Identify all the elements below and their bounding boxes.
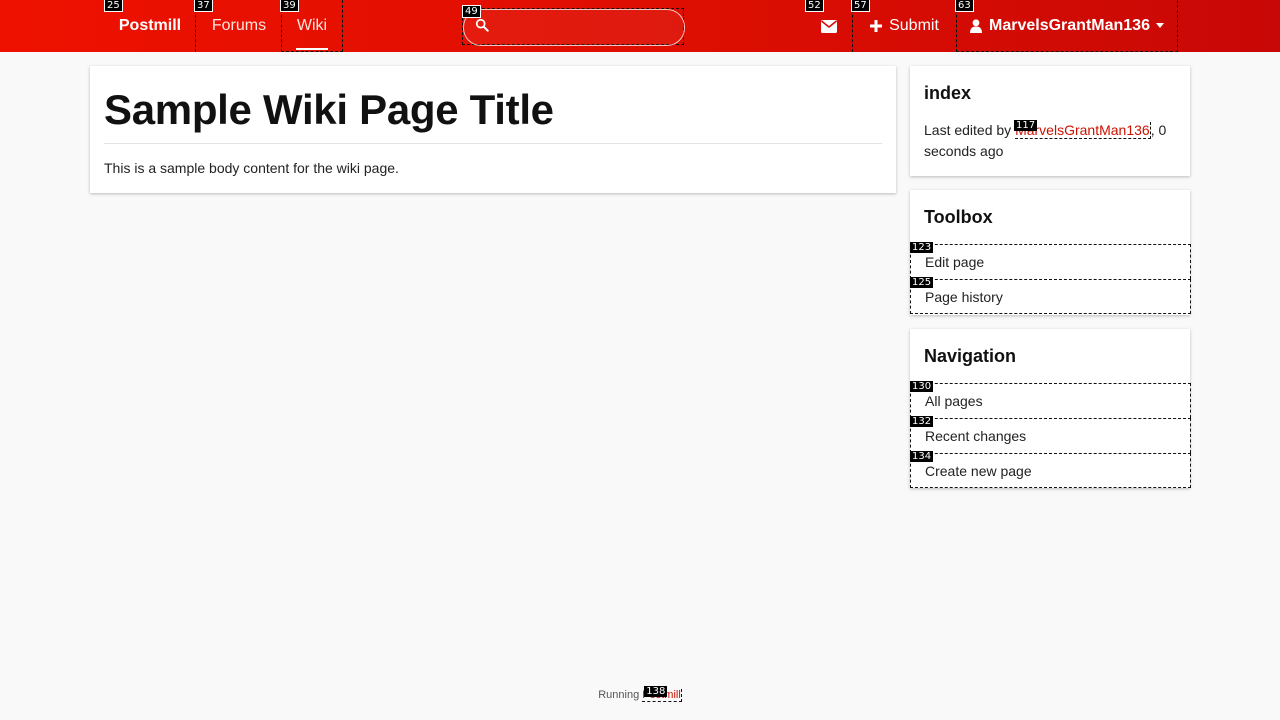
recent-changes-link[interactable]: Recent changes	[910, 418, 1191, 453]
last-edited-info: Last edited by MarvelsGrantMan136, 0 sec…	[924, 120, 1174, 162]
edit-page-link[interactable]: Edit page	[910, 244, 1191, 279]
envelope-icon	[821, 19, 837, 33]
username-label: MarvelsGrantMan136	[989, 16, 1150, 34]
submit-label: Submit	[889, 17, 939, 34]
element-badge: 49	[462, 5, 481, 18]
user-icon	[970, 18, 983, 33]
plus-icon	[870, 20, 883, 32]
element-badge: 123	[910, 242, 934, 253]
element-badge: 138	[644, 686, 668, 697]
all-pages-label: All pages	[925, 393, 983, 409]
create-page-label: Create new page	[925, 463, 1032, 479]
nav-forums-label: Forums	[211, 17, 267, 34]
element-badge: 130	[910, 381, 934, 392]
title-divider	[104, 143, 882, 144]
page-history-label: Page history	[925, 289, 1003, 305]
top-navbar: 25 Postmill 37 Forums 39 Wiki 49 52 57 S…	[0, 0, 1280, 52]
edited-prefix: Last edited by	[924, 122, 1016, 138]
element-badge: 134	[910, 451, 934, 462]
element-badge: 37	[194, 0, 213, 12]
element-badge: 132	[910, 416, 934, 427]
navigation-title: Navigation	[924, 346, 1017, 366]
page-history-link[interactable]: Page history	[910, 279, 1191, 314]
element-badge: 52	[805, 0, 824, 12]
wiki-article: Sample Wiki Page Title This is a sample …	[90, 66, 896, 193]
recent-changes-label: Recent changes	[925, 428, 1027, 444]
navigation-panel: Navigation All pages 130 Recent changes …	[910, 329, 1191, 488]
chevron-down-icon	[1155, 23, 1164, 28]
brand-label: Postmill	[118, 17, 182, 34]
footer: Running 138Postmill	[0, 686, 1280, 702]
search-box: 49	[462, 5, 685, 46]
index-panel: index Last edited by MarvelsGrantMan136,…	[910, 66, 1190, 176]
active-tab-underline	[296, 48, 328, 50]
edit-page-label: Edit page	[925, 254, 985, 270]
toolbox-panel: Toolbox Edit page 123 Page history 125	[910, 190, 1191, 315]
toolbox-title: Toolbox	[924, 207, 993, 227]
index-title: index	[924, 83, 972, 103]
search-icon	[475, 18, 489, 32]
page-title: Sample Wiki Page Title	[104, 86, 554, 133]
element-badge: 117	[1014, 120, 1038, 131]
element-badge: 57	[851, 0, 870, 12]
search-input[interactable]	[463, 9, 685, 46]
element-badge: 125	[910, 277, 934, 288]
user-menu-button[interactable]: MarvelsGrantMan136	[956, 0, 1178, 52]
element-badge: 25	[104, 0, 123, 12]
article-body: This is a sample body content for the wi…	[104, 160, 399, 176]
all-pages-link[interactable]: All pages	[910, 383, 1191, 418]
nav-wiki-label: Wiki	[296, 16, 328, 34]
element-badge: 63	[955, 0, 974, 12]
element-badge: 39	[280, 0, 299, 12]
create-page-link[interactable]: Create new page	[910, 453, 1191, 488]
footer-prefix: Running	[598, 689, 643, 701]
